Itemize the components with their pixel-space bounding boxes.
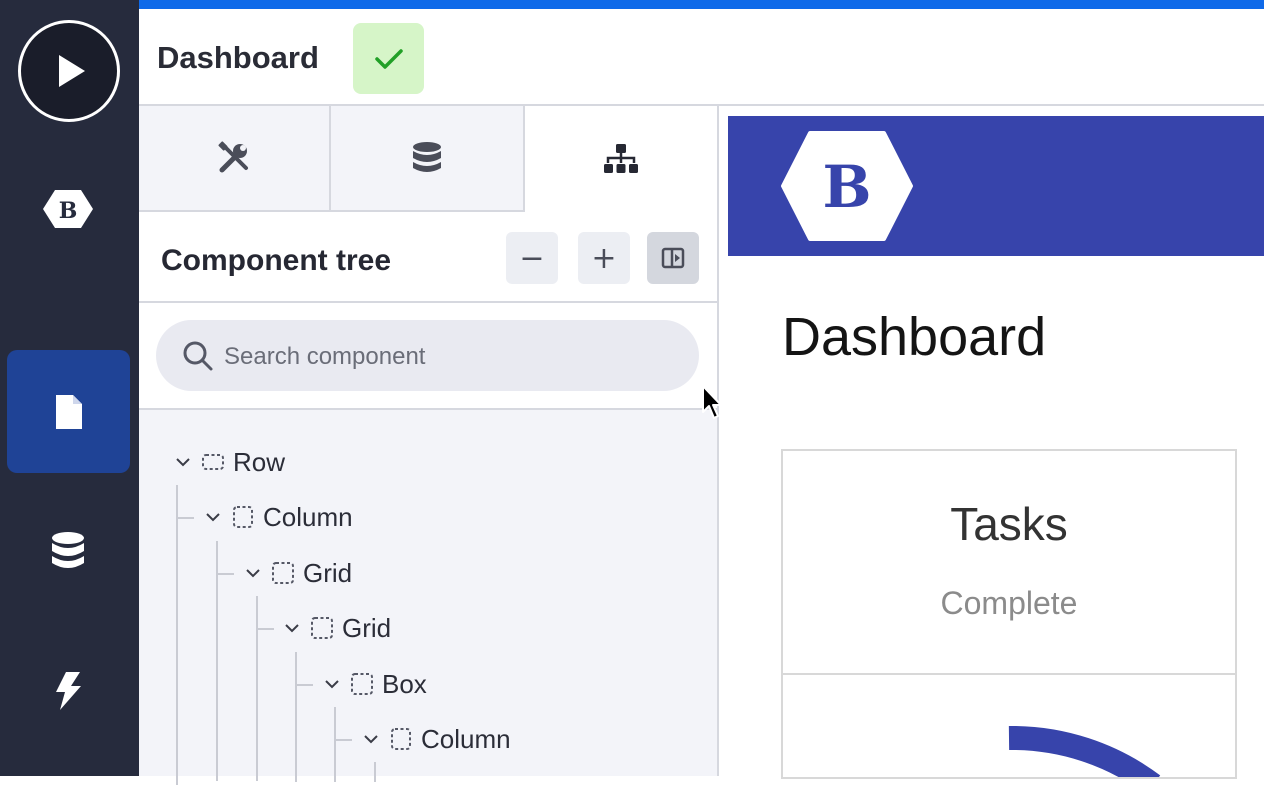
tree-node-label: Grid	[342, 612, 392, 643]
card-title: Tasks	[950, 498, 1068, 550]
container-icon	[202, 454, 224, 470]
expand-all-button[interactable]: +	[578, 232, 630, 284]
tree-node-label: Row	[233, 446, 286, 477]
panel-toggle-icon	[661, 247, 685, 269]
chevron-down-icon[interactable]	[278, 614, 306, 642]
check-icon	[374, 48, 403, 69]
tree-node-label: Box	[382, 668, 427, 699]
logo-letter: B	[822, 153, 871, 221]
search-input[interactable]	[222, 338, 676, 376]
chevron-down-icon[interactable]	[357, 725, 385, 753]
tree-connector	[295, 684, 313, 686]
database-icon	[52, 532, 84, 568]
database-icon	[413, 142, 441, 172]
tools-icon	[218, 141, 248, 173]
app-preview: B Dashboard Tasks Complete	[719, 106, 1264, 779]
top-accent-stripe	[139, 0, 1264, 9]
sitemap-icon	[604, 144, 638, 173]
container-icon	[233, 506, 253, 528]
container-icon	[311, 617, 333, 639]
component-tree-title: Component tree	[161, 244, 392, 277]
sidebar-item-automation[interactable]	[0, 660, 136, 722]
tree-node-label: Grid	[303, 557, 353, 588]
app-header: B	[728, 116, 1264, 256]
sidebar-item-budibase[interactable]: B	[0, 178, 136, 240]
component-tree-header: Component tree − +	[139, 212, 717, 303]
tree-node-column[interactable]: Column	[199, 497, 353, 537]
toggle-panel-button[interactable]	[647, 232, 699, 284]
container-icon	[272, 562, 294, 584]
sidebar-item-data[interactable]	[0, 520, 136, 582]
page-title: Dashboard	[157, 40, 319, 75]
tree-connector	[295, 652, 297, 782]
chevron-down-icon[interactable]	[199, 503, 227, 531]
tree-node-column[interactable]: Column	[357, 719, 511, 759]
chevron-down-icon[interactable]	[239, 559, 267, 587]
chevron-down-icon[interactable]	[169, 448, 197, 476]
tree-node-label: Column	[421, 723, 511, 754]
search-box[interactable]	[156, 320, 699, 391]
tree-connector	[176, 517, 194, 519]
top-bar: Dashboard	[139, 9, 1264, 106]
component-tree: Row Column Grid Grid Box Column	[139, 410, 717, 785]
tree-node-row[interactable]: Row	[169, 442, 285, 482]
container-icon	[391, 728, 411, 750]
app-page-heading: Dashboard	[782, 307, 1047, 367]
play-icon	[59, 55, 85, 87]
tree-connector	[256, 596, 258, 781]
sidebar-item-pages[interactable]	[7, 350, 130, 473]
tab-design[interactable]	[139, 106, 331, 212]
file-icon	[55, 394, 82, 429]
budibase-logo-icon: B	[43, 190, 93, 228]
tree-connector	[334, 707, 336, 782]
app-sidebar: B	[0, 0, 139, 776]
search-icon	[183, 341, 213, 371]
status-badge[interactable]	[353, 23, 424, 94]
tree-connector	[256, 628, 274, 630]
container-icon	[351, 673, 373, 695]
tab-data[interactable]	[331, 106, 525, 212]
play-button[interactable]	[18, 20, 120, 122]
tree-node-label: Column	[263, 501, 353, 532]
tree-connector	[334, 739, 352, 741]
app-logo[interactable]: B	[780, 130, 914, 242]
tree-connector	[216, 573, 234, 575]
tree-node-grid[interactable]: Grid	[278, 608, 391, 648]
svg-text:B: B	[59, 198, 78, 224]
card-subtitle: Complete	[940, 585, 1078, 621]
tab-component-tree[interactable]	[525, 106, 717, 212]
collapse-all-button[interactable]: −	[506, 232, 558, 284]
chevron-down-icon[interactable]	[318, 670, 346, 698]
tasks-card[interactable]: Tasks Complete	[781, 449, 1237, 779]
tree-connector	[216, 541, 218, 781]
tree-connector	[176, 485, 178, 785]
panel-tabs	[139, 106, 717, 212]
component-panel: Component tree − + Search component Row …	[139, 106, 719, 785]
lightning-icon	[56, 672, 81, 710]
search-area	[139, 303, 717, 410]
tree-node-grid[interactable]: Grid	[239, 553, 352, 593]
mouse-cursor-icon	[702, 385, 722, 419]
tree-node-box[interactable]: Box	[318, 664, 427, 704]
progress-gauge	[1008, 725, 1161, 777]
tree-connector	[374, 762, 376, 782]
